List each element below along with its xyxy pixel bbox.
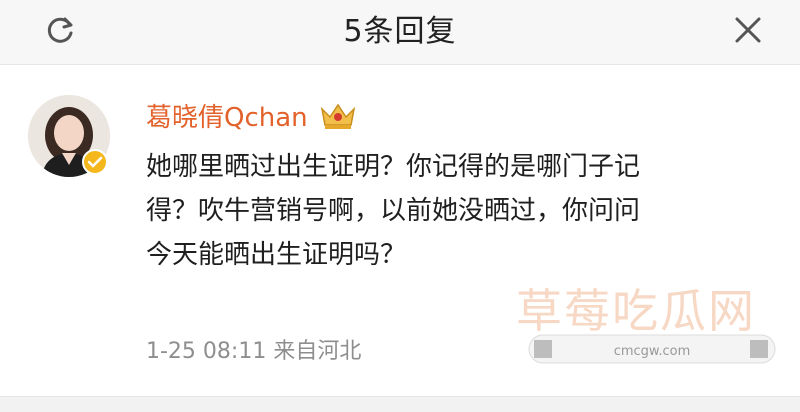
reply-dialog: 5条回复 葛晓倩Qchan 她哪里晒过出生证明？你记得的是哪门子记 得？吹牛营销… xyxy=(0,0,800,412)
watermark-stamp: cmcgw.com xyxy=(528,334,776,364)
comment-text: 她哪里晒过出生证明？你记得的是哪门子记 得？吹牛营销号啊，以前她没晒过，你问问 … xyxy=(146,145,776,277)
comment-line: 今天能晒出生证明吗？ xyxy=(146,240,407,270)
comment-time: 1-25 08:11 xyxy=(146,339,267,364)
username-row: 葛晓倩Qchan xyxy=(146,95,358,135)
svg-text:cmcgw.com: cmcgw.com xyxy=(614,344,691,359)
comment-meta: 1-25 08:11 来自河北 xyxy=(146,333,361,365)
bottom-bar xyxy=(0,396,800,412)
comment-item: 葛晓倩Qchan 她哪里晒过出生证明？你记得的是哪门子记 得？吹牛营销号啊，以前… xyxy=(0,65,800,395)
comment-line: 得？吹牛营销号啊，以前她没晒过，你问问 xyxy=(146,196,641,226)
dialog-title: 5条回复 xyxy=(343,14,457,49)
close-button[interactable] xyxy=(728,10,768,50)
close-icon xyxy=(735,17,761,43)
crown-icon xyxy=(320,103,355,129)
header-bar: 5条回复 xyxy=(0,0,800,65)
comment-source: 来自河北 xyxy=(273,339,362,364)
comment-line: 她哪里晒过出生证明？你记得的是哪门子记 xyxy=(146,152,641,182)
avatar[interactable] xyxy=(28,95,110,177)
username[interactable]: 葛晓倩Qchan xyxy=(146,97,308,134)
verified-badge-icon xyxy=(82,149,108,175)
